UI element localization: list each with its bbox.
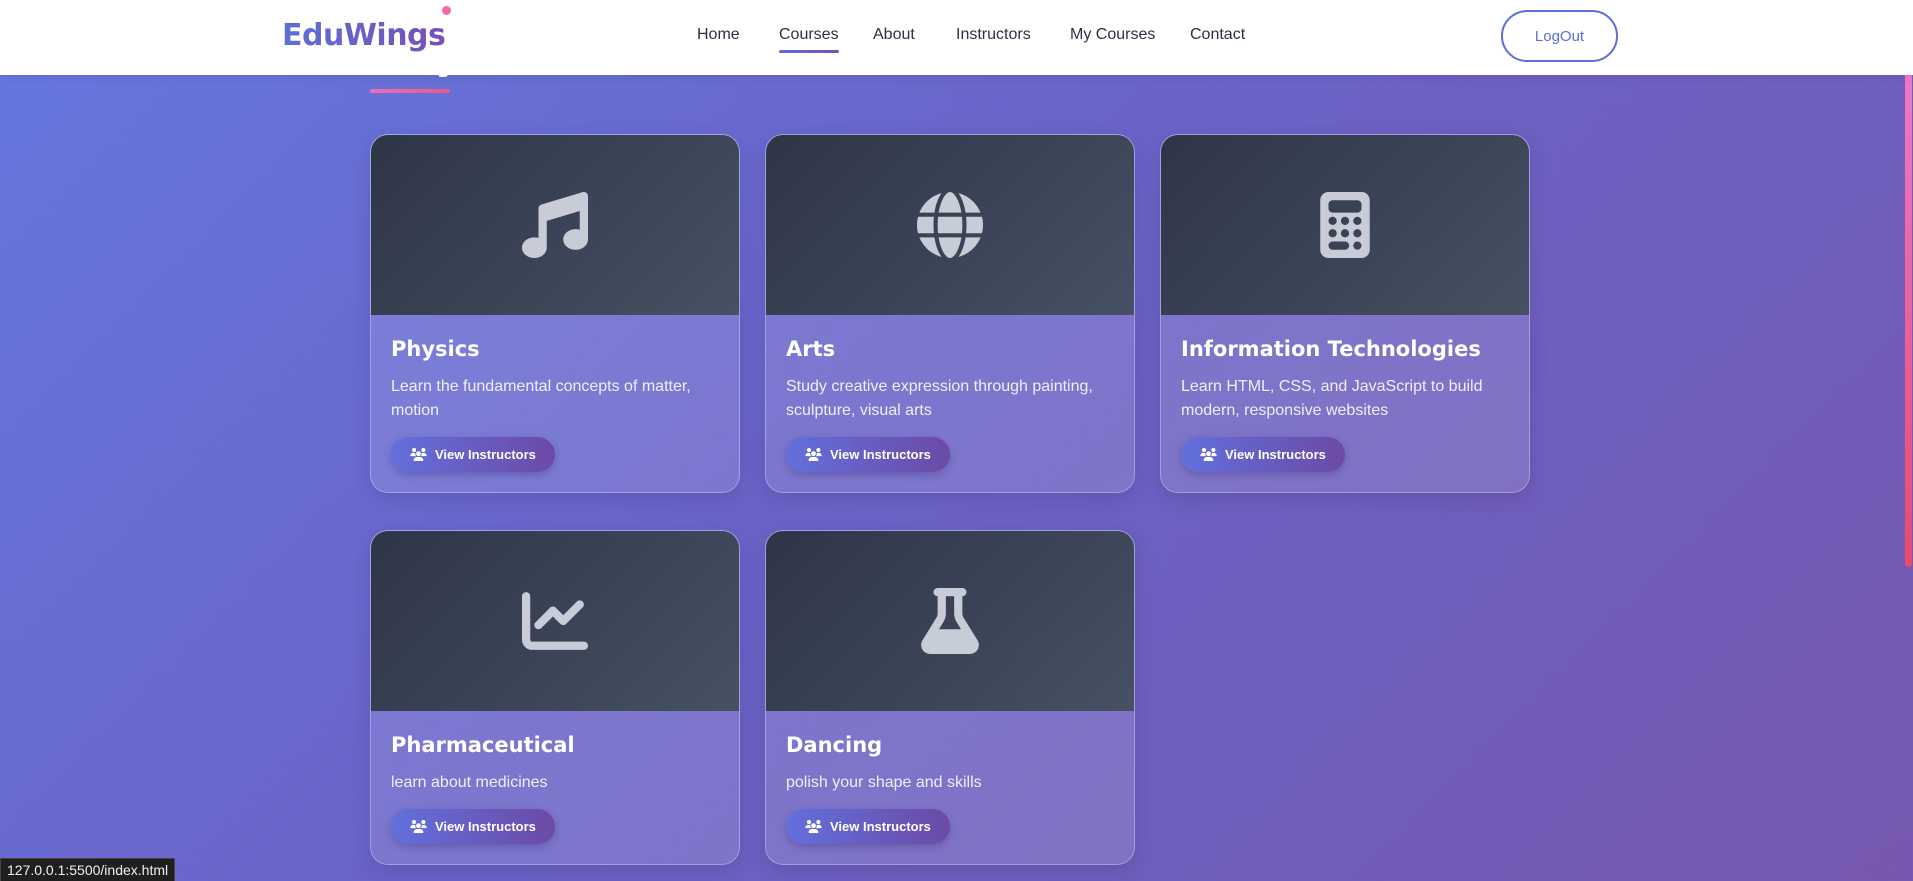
logo-dot-decoration [442, 6, 451, 15]
view-instructors-button[interactable]: View Instructors [786, 437, 950, 472]
view-instructors-button[interactable]: View Instructors [1181, 437, 1345, 472]
nav-item-courses[interactable]: Courses [779, 26, 839, 53]
course-card-banner [766, 135, 1134, 315]
brand-logo[interactable]: EduWings [282, 18, 446, 53]
users-icon [1200, 448, 1217, 461]
scrollbar-thumb[interactable] [1905, 55, 1912, 567]
view-instructors-button[interactable]: View Instructors [391, 437, 555, 472]
course-description: polish your shape and skills [786, 774, 982, 791]
course-description: learn about medicines [391, 774, 548, 791]
section-heading-underline [370, 89, 450, 93]
flask-icon [921, 588, 979, 654]
course-title: Arts [786, 337, 836, 361]
view-instructors-button[interactable]: View Instructors [786, 809, 950, 844]
view-instructors-label: View Instructors [830, 819, 931, 834]
course-title: Pharmaceutical [391, 733, 575, 757]
music-icon [522, 192, 588, 258]
view-instructors-label: View Instructors [1225, 447, 1326, 462]
course-card-banner [1161, 135, 1529, 315]
view-instructors-button[interactable]: View Instructors [391, 809, 555, 844]
course-title: Information Technologies [1181, 337, 1481, 361]
users-icon [410, 448, 427, 461]
view-instructors-label: View Instructors [435, 819, 536, 834]
course-description: Learn the fundamental concepts of matter… [391, 378, 691, 419]
course-card-physics: Physics Learn the fundamental concepts o… [370, 134, 740, 493]
globe-icon [917, 192, 983, 258]
course-card-banner [371, 135, 739, 315]
course-card-pharmaceutical: Pharmaceutical learn about medicines Vie… [370, 530, 740, 865]
view-instructors-label: View Instructors [435, 447, 536, 462]
course-card-banner [766, 531, 1134, 711]
course-title: Physics [391, 337, 480, 361]
users-icon [805, 820, 822, 833]
chart-line-icon [522, 592, 588, 650]
course-card-banner [371, 531, 739, 711]
nav-item-about[interactable]: About [873, 26, 915, 44]
course-card-information-technologies: Information Technologies Learn HTML, CSS… [1160, 134, 1530, 493]
logout-button[interactable]: LogOut [1501, 10, 1618, 62]
users-icon [805, 448, 822, 461]
navbar: EduWings Home Courses About Instructors … [0, 0, 1913, 75]
nav-item-my-courses[interactable]: My Courses [1070, 26, 1155, 44]
course-card-dancing: Dancing polish your shape and skills Vie… [765, 530, 1135, 865]
course-description: Learn HTML, CSS, and JavaScript to build… [1181, 378, 1483, 419]
nav-item-instructors[interactable]: Instructors [956, 26, 1031, 44]
nav-item-contact[interactable]: Contact [1190, 26, 1245, 44]
course-title: Dancing [786, 733, 883, 757]
calculator-icon [1320, 192, 1370, 258]
nav-item-home[interactable]: Home [697, 26, 740, 44]
course-card-arts: Arts Study creative expression through p… [765, 134, 1135, 493]
browser-status-url: 127.0.0.1:5500/index.html [0, 858, 176, 881]
view-instructors-label: View Instructors [830, 447, 931, 462]
page-scrollbar[interactable] [1903, 0, 1913, 881]
course-description: Study creative expression through painti… [786, 378, 1093, 419]
users-icon [410, 820, 427, 833]
